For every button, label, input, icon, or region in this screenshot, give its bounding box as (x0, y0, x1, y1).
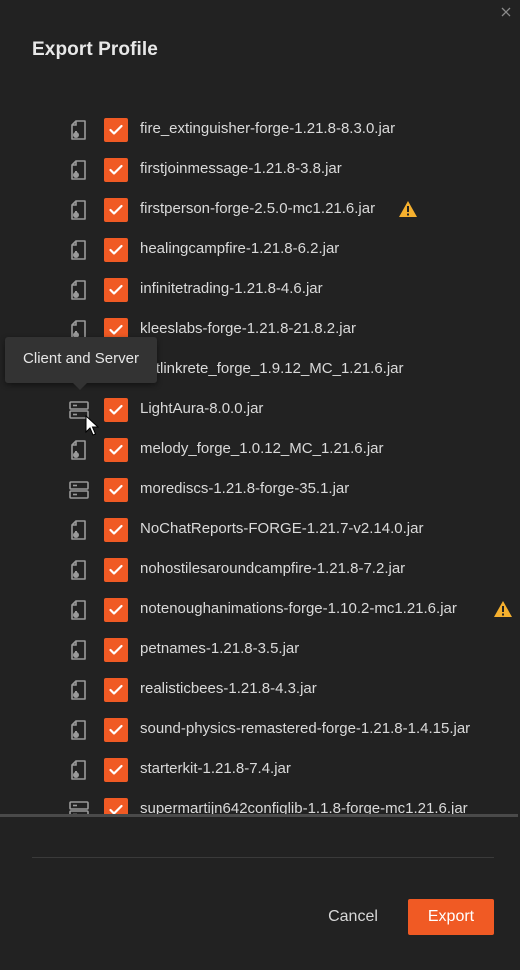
mod-checkbox[interactable] (104, 478, 128, 502)
mod-filename: NoChatReports-FORGE-1.21.7-v2.14.0.jar (140, 520, 424, 537)
mod-checkbox[interactable] (104, 518, 128, 542)
mod-filename: infinitetrading-1.21.8-4.6.jar (140, 280, 323, 297)
list-scroll-edge[interactable] (0, 814, 518, 817)
mod-checkbox[interactable] (104, 118, 128, 142)
mod-checkbox[interactable] (104, 438, 128, 462)
mod-filename: realisticbees-1.21.8-4.3.jar (140, 680, 317, 697)
warning-icon[interactable] (398, 200, 418, 218)
mod-checkbox[interactable] (104, 798, 128, 815)
mod-checkbox[interactable] (104, 758, 128, 782)
mod-filename: morediscs-1.21.8-forge-35.1.jar (140, 480, 350, 497)
footer-divider (32, 857, 494, 858)
mod-filename: nohostilesaroundcampfire-1.21.8-7.2.jar (140, 560, 406, 577)
mod-filename: firstjoinmessage-1.21.8-3.8.jar (140, 160, 342, 177)
mod-filename: notenoughanimations-forge-1.10.2-mc1.21.… (140, 600, 457, 617)
mod-row[interactable]: LightAura-8.0.0.jar (0, 389, 520, 429)
mod-checkbox[interactable] (104, 718, 128, 742)
mod-row[interactable]: firstperson-forge-2.5.0-mc1.21.6.jar (0, 189, 520, 229)
client-file-icon[interactable] (68, 159, 90, 181)
mod-filename: LightAura-8.0.0.jar (140, 400, 264, 417)
mod-row[interactable]: morediscs-1.21.8-forge-35.1.jar (0, 469, 520, 509)
mod-row[interactable]: notenoughanimations-forge-1.10.2-mc1.21.… (0, 589, 520, 629)
mod-row[interactable]: realisticbees-1.21.8-4.3.jar (0, 669, 520, 709)
mod-checkbox[interactable] (104, 598, 128, 622)
mod-filename: firstperson-forge-2.5.0-mc1.21.6.jar (140, 200, 376, 217)
client-file-icon[interactable] (68, 639, 90, 661)
tooltip-text: Client and Server (23, 350, 139, 367)
mod-filename: sound-physics-remastered-forge-1.21.8-1.… (140, 720, 471, 737)
close-icon (501, 7, 511, 17)
client-and-server-icon[interactable] (68, 799, 90, 815)
mod-checkbox[interactable] (104, 198, 128, 222)
checkmark-icon (109, 244, 123, 255)
mod-row[interactable]: firstjoinmessage-1.21.8-3.8.jar (0, 149, 520, 189)
client-file-icon[interactable] (68, 119, 90, 141)
mod-row[interactable]: fire_extinguisher-forge-1.21.8-8.3.0.jar (0, 109, 520, 149)
close-button[interactable] (496, 2, 516, 22)
mod-row[interactable]: petnames-1.21.8-3.5.jar (0, 629, 520, 669)
mod-filename: fire_extinguisher-forge-1.21.8-8.3.0.jar (140, 120, 396, 137)
checkmark-icon (109, 164, 123, 175)
client-file-icon[interactable] (68, 599, 90, 621)
mod-row[interactable]: sound-physics-remastered-forge-1.21.8-1.… (0, 709, 520, 749)
checkmark-icon (109, 564, 123, 575)
client-file-icon[interactable] (68, 719, 90, 741)
mod-checkbox[interactable] (104, 278, 128, 302)
client-file-icon[interactable] (68, 559, 90, 581)
mod-list[interactable]: fire_extinguisher-forge-1.21.8-8.3.0.jar… (0, 109, 520, 815)
mod-filename: starterkit-1.21.8-7.4.jar (140, 760, 291, 777)
export-button[interactable]: Export (408, 899, 494, 935)
client-file-icon[interactable] (68, 239, 90, 261)
checkmark-icon (109, 324, 123, 335)
export-profile-dialog: Export Profile fire_extinguisher-forge-1… (0, 0, 520, 970)
checkmark-icon (109, 124, 123, 135)
side-tooltip: Client and Server (5, 337, 157, 390)
mod-filename: kleeslabs-forge-1.21.8-21.8.2.jar (140, 320, 356, 337)
checkmark-icon (109, 724, 123, 735)
mouse-cursor-icon (85, 415, 99, 436)
checkmark-icon (109, 524, 123, 535)
warning-icon[interactable] (493, 600, 513, 618)
client-file-icon[interactable] (68, 439, 90, 461)
mod-checkbox[interactable] (104, 638, 128, 662)
mod-checkbox[interactable] (104, 678, 128, 702)
tooltip-arrow (73, 383, 87, 390)
mod-filename: melody_forge_1.0.12_MC_1.21.6.jar (140, 440, 384, 457)
client-file-icon[interactable] (68, 759, 90, 781)
mod-checkbox[interactable] (104, 398, 128, 422)
mod-checkbox[interactable] (104, 238, 128, 262)
mod-checkbox[interactable] (104, 558, 128, 582)
checkmark-icon (109, 604, 123, 615)
checkmark-icon (109, 764, 123, 775)
mod-checkbox[interactable] (104, 158, 128, 182)
mod-row[interactable]: infinitetrading-1.21.8-4.6.jar (0, 269, 520, 309)
checkmark-icon (109, 684, 123, 695)
mod-filename: kotlinkrete_forge_1.9.12_MC_1.21.6.jar (140, 360, 404, 377)
client-file-icon[interactable] (68, 279, 90, 301)
checkmark-icon (109, 484, 123, 495)
mod-row[interactable]: starterkit-1.21.8-7.4.jar (0, 749, 520, 789)
client-file-icon[interactable] (68, 679, 90, 701)
client-and-server-icon[interactable] (68, 479, 90, 501)
mod-row[interactable]: melody_forge_1.0.12_MC_1.21.6.jar (0, 429, 520, 469)
checkmark-icon (109, 444, 123, 455)
mod-row[interactable]: healingcampfire-1.21.8-6.2.jar (0, 229, 520, 269)
checkmark-icon (109, 404, 123, 415)
mod-filename: petnames-1.21.8-3.5.jar (140, 640, 300, 657)
mod-filename: supermartijn642configlib-1.1.8-forge-mc1… (140, 800, 468, 815)
checkmark-icon (109, 204, 123, 215)
mod-filename: healingcampfire-1.21.8-6.2.jar (140, 240, 340, 257)
client-file-icon[interactable] (68, 199, 90, 221)
cancel-button[interactable]: Cancel (312, 899, 394, 935)
checkmark-icon (109, 644, 123, 655)
checkmark-icon (109, 284, 123, 295)
client-file-icon[interactable] (68, 519, 90, 541)
mod-row[interactable]: NoChatReports-FORGE-1.21.7-v2.14.0.jar (0, 509, 520, 549)
dialog-title: Export Profile (32, 39, 158, 60)
mod-row[interactable]: nohostilesaroundcampfire-1.21.8-7.2.jar (0, 549, 520, 589)
mod-row[interactable]: supermartijn642configlib-1.1.8-forge-mc1… (0, 789, 520, 815)
